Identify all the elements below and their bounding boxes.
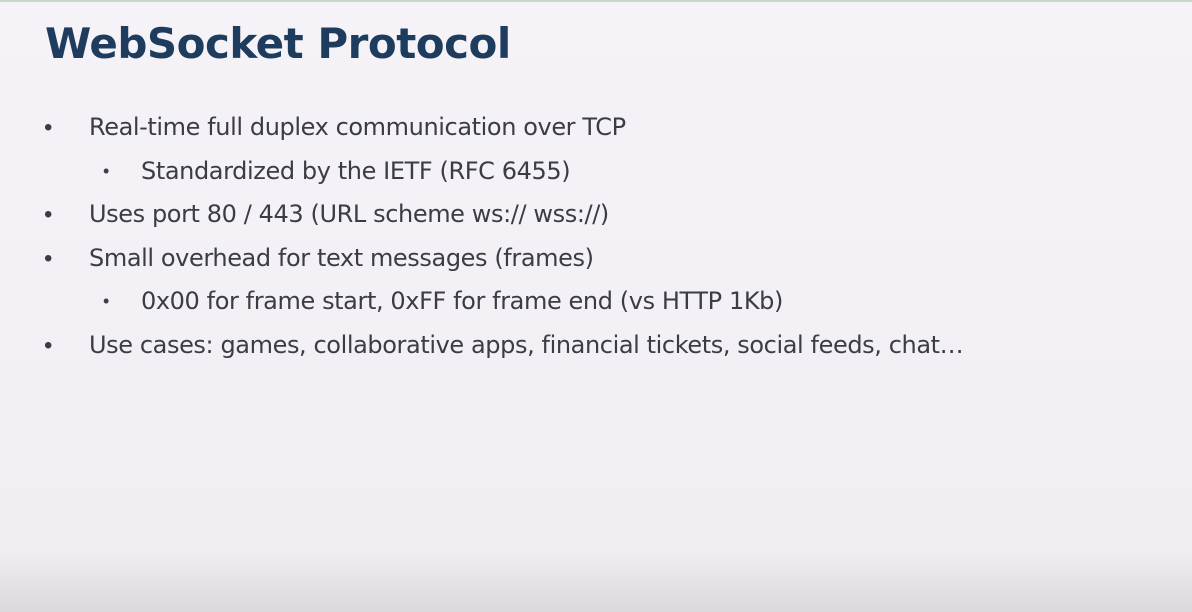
bullet-dot: • <box>44 114 53 141</box>
bullet-text: Uses port 80 / 443 (URL scheme ws:// wss… <box>89 200 609 228</box>
bullet-dot: • <box>44 244 53 272</box>
sub-bullet-dot: • <box>103 160 110 181</box>
bullet-text: Small overhead for text messages (frames… <box>89 243 594 272</box>
sub-bullet-text: Standardized by the IETF (RFC 6455) <box>141 156 571 185</box>
sub-bullet-dot: • <box>103 291 110 311</box>
bullet-item: • Real-time full duplex communication ov… <box>0 106 1192 150</box>
bullet-text: Real-time full duplex communication over… <box>89 113 626 141</box>
sub-bullet-item: • Standardized by the IETF (RFC 6455) <box>0 150 1192 194</box>
bullet-dot: • <box>44 201 53 228</box>
sub-bullet-item: • 0x00 for frame start, 0xFF for frame e… <box>0 280 1192 324</box>
slide-title: WebSocket Protocol <box>45 19 511 68</box>
sub-bullet-text: 0x00 for frame start, 0xFF for frame end… <box>141 287 783 315</box>
bullet-item: • Small overhead for text messages (fram… <box>0 237 1192 281</box>
slide-top-edge <box>0 0 1192 2</box>
bullet-text: Use cases: games, collaborative apps, fi… <box>89 330 964 359</box>
bullet-dot: • <box>44 331 53 359</box>
bullet-list: • Real-time full duplex communication ov… <box>0 106 1192 367</box>
slide-bottom-shadow <box>0 552 1192 612</box>
bullet-item: • Use cases: games, collaborative apps, … <box>0 324 1192 368</box>
bullet-item: • Uses port 80 / 443 (URL scheme ws:// w… <box>0 193 1192 237</box>
slide: WebSocket Protocol • Real-time full dupl… <box>0 0 1192 612</box>
